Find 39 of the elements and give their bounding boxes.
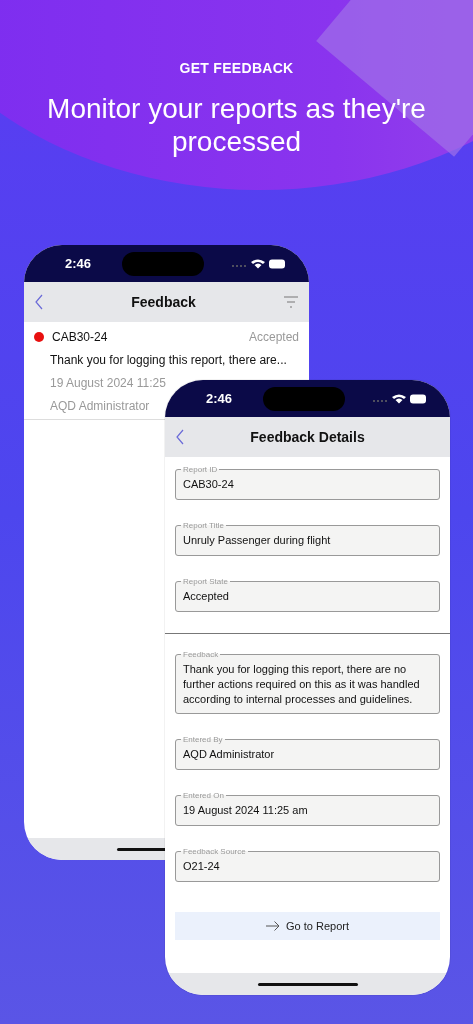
nav-title: Feedback — [130, 294, 197, 310]
back-icon[interactable] — [34, 294, 44, 310]
read-only-field[interactable]: Entered By AQD Administrator — [175, 735, 440, 770]
feedback-summary: Thank you for logging this report, there are... — [50, 353, 288, 367]
read-only-field[interactable]: Feedback Thank you for logging this report, there are no further actions required on this as it was handled according to internal processes and guidelines. — [175, 650, 440, 714]
report-status: Accepted — [248, 330, 299, 344]
status-icons — [231, 257, 287, 270]
field-label: Entered By — [182, 735, 224, 744]
status-time: 2:46 — [64, 256, 92, 271]
filter-icon[interactable] — [283, 296, 299, 308]
field-label: Feedback Source — [182, 847, 247, 856]
field-label: Entered On — [182, 791, 225, 800]
status-icons — [372, 392, 428, 405]
field-label: Report Title — [182, 521, 225, 530]
back-icon[interactable] — [175, 429, 185, 445]
feedback-author: AQD Administrator — [50, 399, 151, 413]
read-only-field[interactable]: Report Title Unruly Passenger during flight — [175, 521, 440, 556]
field-value: AQD Administrator — [183, 747, 276, 762]
read-only-field[interactable]: Entered On 19 August 2024 11:25 am — [175, 791, 440, 826]
read-only-field[interactable]: Feedback Source O21-24 — [175, 847, 440, 882]
field-label: Report State — [182, 577, 229, 586]
field-label: Report ID — [182, 465, 219, 474]
read-only-field[interactable]: Report ID CAB30-24 — [175, 465, 440, 500]
report-id: CAB30-24 — [52, 330, 108, 344]
nav-title: Feedback Details — [249, 429, 366, 445]
field-value: CAB30-24 — [183, 477, 235, 492]
feedback-date: 19 August 2024 11:25 — [50, 376, 167, 390]
section-eyebrow: GET FEEDBACK — [178, 60, 295, 76]
field-value: O21-24 — [183, 859, 221, 874]
field-value: Unruly Passenger during flight — [183, 533, 332, 548]
field-label: Feedback — [182, 650, 220, 659]
headline: Monitor your reports as they're processed — [46, 92, 427, 158]
field-value: 19 August 2024 11:25 am — [183, 803, 309, 818]
field-value: Accepted — [183, 589, 230, 604]
go-to-report-button[interactable]: Go to Report — [175, 912, 440, 940]
field-value: Thank you for logging this report, there are no further actions required on this as it was handled according to internal processes and guidelines. — [183, 662, 421, 707]
status-time: 2:46 — [205, 391, 233, 406]
read-only-field[interactable]: Report State Accepted — [175, 577, 440, 612]
arrow-icon — [266, 921, 280, 931]
